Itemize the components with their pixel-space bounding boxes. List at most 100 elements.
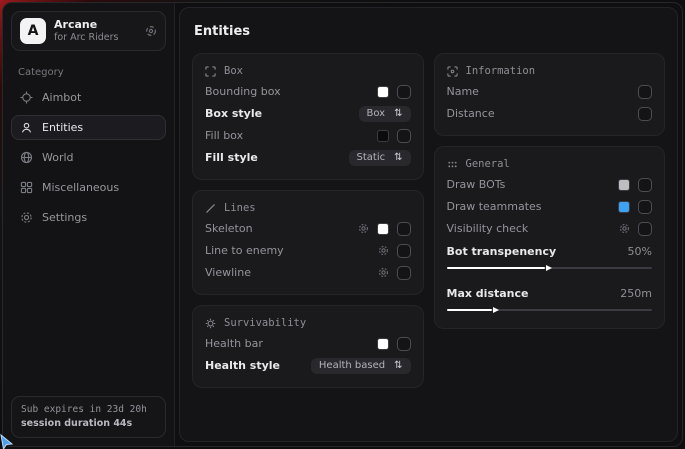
line-to-enemy-label: Line to enemy: [205, 244, 370, 257]
draw-teammates-row: Draw teammates: [447, 196, 653, 217]
visibility-check-checkbox[interactable]: [638, 222, 652, 236]
health-bar-row: Health bar: [205, 333, 411, 354]
line-to-enemy-checkbox[interactable]: [397, 244, 411, 258]
entities-icon: [20, 121, 33, 134]
sidebar-item-label: Entities: [42, 121, 83, 134]
lines-card-title: Lines: [224, 202, 256, 214]
sidebar-item-world[interactable]: World: [11, 145, 166, 170]
right-column: Information Name Distance: [434, 53, 666, 329]
health-style-dropdown[interactable]: Health based ⇅: [311, 358, 411, 374]
draw-teammates-label: Draw teammates: [447, 200, 611, 213]
max-distance-value: 250m: [620, 287, 652, 300]
skeleton-checkbox[interactable]: [397, 222, 411, 236]
sidebar-item-label: Settings: [42, 211, 87, 224]
sidebar-item-miscellaneous[interactable]: Miscellaneous: [11, 175, 166, 200]
sidebar-item-label: Aimbot: [42, 91, 81, 104]
box-card-header: Box: [205, 65, 411, 77]
app-window: A Arcane for Arc Riders Category: [2, 2, 683, 447]
skeleton-row: Skeleton: [205, 218, 411, 239]
brand-card: A Arcane for Arc Riders: [11, 11, 166, 51]
viewline-settings-gear-icon[interactable]: [378, 267, 389, 278]
distance-checkbox[interactable]: [638, 107, 652, 121]
bounding-box-label: Bounding box: [205, 85, 369, 98]
fill-box-checkbox[interactable]: [397, 129, 411, 143]
lines-card-header: Lines: [205, 202, 411, 214]
survivability-card-header: Survivability: [205, 317, 411, 329]
main-panel: Entities Box Bounding box: [179, 7, 678, 442]
session-duration: session duration 44s: [21, 417, 156, 431]
health-style-row: Health style Health based ⇅: [205, 355, 411, 376]
gear-icon: [20, 211, 33, 224]
fill-box-color-swatch[interactable]: [377, 130, 389, 142]
information-card-title: Information: [466, 65, 536, 77]
name-checkbox[interactable]: [638, 85, 652, 99]
viewline-checkbox[interactable]: [397, 266, 411, 280]
grid-icon: [20, 181, 33, 194]
box-card: Box Bounding box Box style Box ⇅: [192, 53, 424, 180]
general-card-title: General: [466, 158, 510, 170]
bot-transparency-slider-fill[interactable]: [447, 267, 546, 269]
draw-teammates-checkbox[interactable]: [638, 200, 652, 214]
subscription-card: Sub expires in 23d 20h session duration …: [11, 396, 166, 439]
draw-teammates-color-swatch[interactable]: [618, 201, 630, 213]
sidebar-item-aimbot[interactable]: Aimbot: [11, 85, 166, 110]
sidebar: A Arcane for Arc Riders Category: [3, 3, 175, 446]
fill-style-value: Static: [357, 152, 386, 163]
max-distance-label: Max distance: [447, 287, 621, 300]
name-row: Name: [447, 81, 653, 102]
sidebar-item-entities[interactable]: Entities: [11, 115, 166, 140]
sidebar-nav: Aimbot Entities World: [11, 80, 166, 230]
survivability-card: Survivability Health bar Health style He…: [192, 305, 424, 388]
crosshair-icon: [20, 91, 33, 104]
line-to-enemy-settings-gear-icon[interactable]: [378, 245, 389, 256]
viewline-row: Viewline: [205, 262, 411, 283]
box-style-label: Box style: [205, 107, 351, 120]
visibility-check-settings-gear-icon[interactable]: [619, 223, 630, 234]
bounding-box-checkbox[interactable]: [397, 85, 411, 99]
visibility-check-row: Visibility check: [447, 218, 653, 239]
dots-grid-icon: [447, 159, 458, 170]
health-bar-checkbox[interactable]: [397, 337, 411, 351]
distance-label: Distance: [447, 107, 631, 120]
information-card-header: Information: [447, 65, 653, 77]
brand-logo: A: [20, 18, 46, 44]
max-distance-block: Max distance 250m: [447, 287, 653, 311]
bot-transparency-slider[interactable]: [447, 267, 653, 269]
box-card-title: Box: [224, 65, 243, 77]
refresh-icon[interactable]: [145, 25, 157, 37]
viewline-label: Viewline: [205, 266, 370, 279]
virus-icon: [205, 318, 216, 329]
page-title: Entities: [194, 24, 665, 39]
bot-transparency-value: 50%: [628, 245, 652, 258]
bot-transparency-label: Bot transpenency: [447, 245, 628, 258]
general-card-header: General: [447, 158, 653, 170]
skeleton-color-swatch[interactable]: [377, 223, 389, 235]
max-distance-slider[interactable]: [447, 309, 653, 311]
max-distance-slider-fill[interactable]: [447, 309, 492, 311]
draw-bots-checkbox[interactable]: [638, 178, 652, 192]
diagonal-line-icon: [205, 203, 216, 214]
info-scan-icon: [447, 66, 458, 77]
globe-icon: [20, 151, 33, 164]
draw-bots-row: Draw BOTs: [447, 174, 653, 195]
box-style-dropdown[interactable]: Box ⇅: [359, 106, 411, 122]
sidebar-item-settings[interactable]: Settings: [11, 205, 166, 230]
box-style-value: Box: [367, 108, 386, 119]
draw-bots-label: Draw BOTs: [447, 178, 611, 191]
bot-transparency-block: Bot transpenency 50%: [447, 245, 653, 269]
brand-text: Arcane for Arc Riders: [54, 18, 119, 44]
draw-bots-color-swatch[interactable]: [618, 179, 630, 191]
fill-box-row: Fill box: [205, 125, 411, 146]
bounding-box-color-swatch[interactable]: [377, 86, 389, 98]
health-style-label: Health style: [205, 359, 303, 372]
fill-style-dropdown[interactable]: Static ⇅: [349, 150, 411, 166]
brand-name: Arcane: [54, 18, 119, 32]
name-label: Name: [447, 85, 631, 98]
skeleton-settings-gear-icon[interactable]: [358, 223, 369, 234]
health-bar-label: Health bar: [205, 337, 369, 350]
general-card: General Draw BOTs Draw teammates Visibil…: [434, 146, 666, 329]
distance-row: Distance: [447, 103, 653, 124]
bounding-box-row: Bounding box: [205, 81, 411, 102]
health-bar-color-swatch[interactable]: [377, 338, 389, 350]
sidebar-item-label: Miscellaneous: [42, 181, 119, 194]
